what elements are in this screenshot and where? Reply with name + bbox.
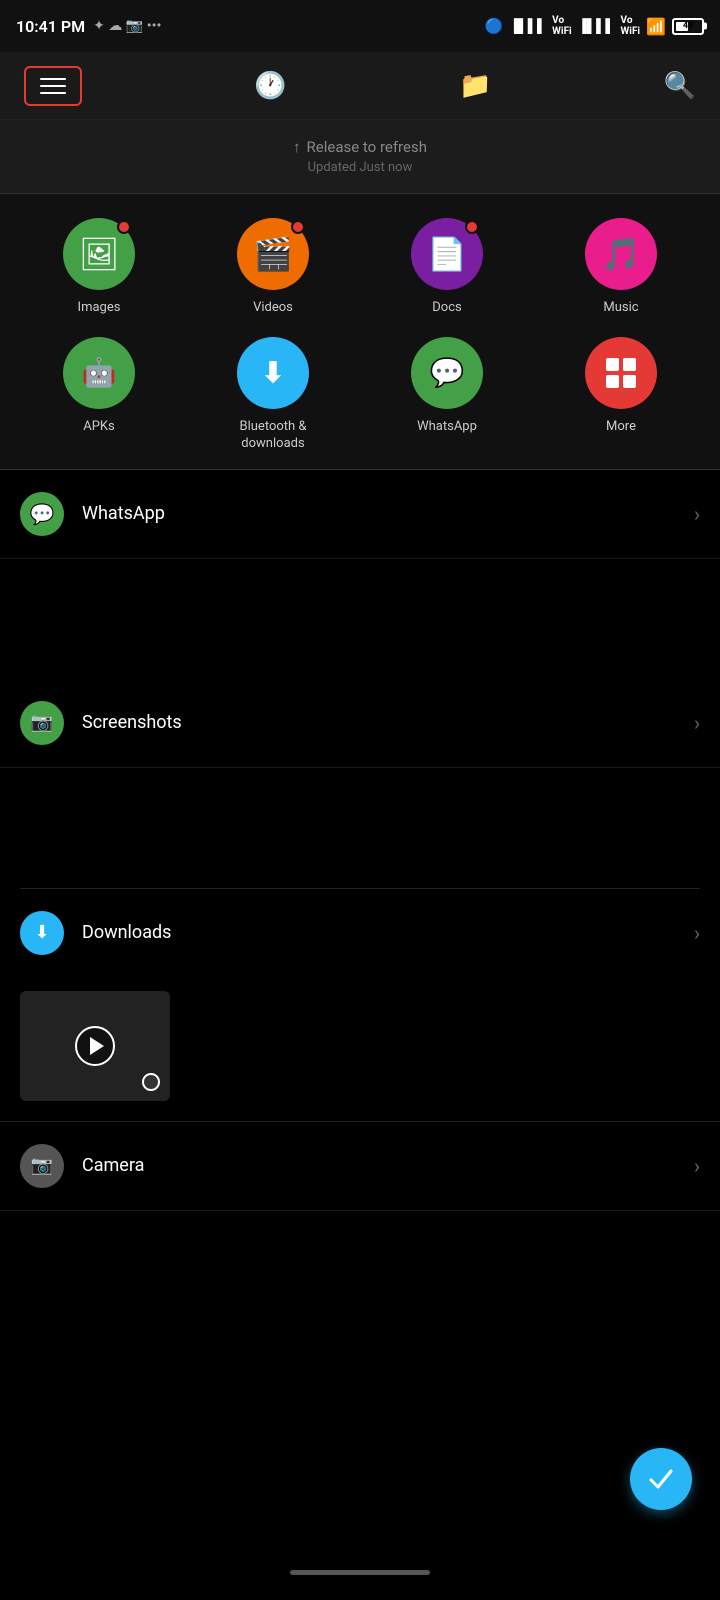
- screenshots-chevron-icon: ›: [694, 711, 700, 735]
- downloads-icon-wrap: ⬇: [20, 911, 64, 955]
- bluetooth-label: Bluetooth &downloads: [240, 419, 307, 453]
- category-more[interactable]: More: [538, 337, 704, 453]
- whatsapp-section-icon-wrap: 💬: [20, 492, 64, 536]
- status-right: 🔵 ▐▌▌▌ VoWiFi ▐▌▌▌ VoWiFi 📶 49: [485, 15, 704, 37]
- screenshots-section-label: Screenshots: [82, 712, 694, 733]
- home-indicator[interactable]: [290, 1570, 430, 1575]
- category-bluetooth[interactable]: ⬇ Bluetooth &downloads: [190, 337, 356, 453]
- whatsapp-section-label: WhatsApp: [82, 503, 694, 524]
- category-apks[interactable]: 🤖 APKs: [16, 337, 182, 453]
- docs-icon-wrap: 📄: [411, 218, 483, 290]
- camera-icon-wrap: 📷: [20, 1144, 64, 1188]
- camera-section-item[interactable]: 📷 Camera ›: [0, 1121, 720, 1211]
- pull-refresh-sub: Updated Just now: [0, 160, 720, 175]
- whatsapp-section-item[interactable]: 💬 WhatsApp ›: [0, 470, 720, 559]
- pull-refresh-text: ↑ Release to refresh: [0, 138, 720, 156]
- spacer-1: [0, 559, 720, 619]
- pull-refresh-main: Release to refresh: [307, 138, 427, 156]
- screenshots-section-icon-wrap: 📷: [20, 701, 64, 745]
- downloads-chevron-icon: ›: [694, 921, 700, 945]
- pull-refresh-banner: ↑ Release to refresh Updated Just now: [0, 120, 720, 194]
- signal-strength-2: ▐▌▌▌: [578, 18, 615, 34]
- vo-wifi-label-2: VoWiFi: [621, 15, 641, 37]
- music-icon: 🎵: [601, 235, 641, 273]
- arrow-up-icon: ↑: [293, 138, 301, 156]
- camera-chevron-icon: ›: [694, 1154, 700, 1178]
- video-thumbnail[interactable]: [20, 991, 170, 1101]
- images-icon-wrap: 🖼: [63, 218, 135, 290]
- category-whatsapp[interactable]: 💬 WhatsApp: [364, 337, 530, 453]
- whatsapp-section-icon: 💬: [30, 502, 55, 526]
- fab-button[interactable]: [630, 1448, 692, 1510]
- whatsapp-icon-wrap: 💬: [411, 337, 483, 409]
- spacer-2: [0, 619, 720, 679]
- hamburger-line-3: [40, 92, 66, 94]
- category-videos[interactable]: 🎬 Videos: [190, 218, 356, 317]
- images-icon: 🖼: [79, 235, 120, 273]
- battery-indicator: 49: [672, 18, 704, 35]
- bottom-navigation-bar: [0, 1544, 720, 1600]
- videos-icon-wrap: 🎬: [237, 218, 309, 290]
- music-label: Music: [603, 300, 638, 317]
- history-icon[interactable]: 🕐: [254, 71, 286, 101]
- apks-label: APKs: [83, 419, 115, 436]
- spacer-4: [0, 828, 720, 888]
- images-label: Images: [78, 300, 121, 317]
- screenshots-section-item[interactable]: 📷 Screenshots ›: [0, 679, 720, 768]
- hamburger-line-2: [40, 85, 66, 87]
- category-images[interactable]: 🖼 Images: [16, 218, 182, 317]
- status-left: 10:41 PM ✦ ☁ 📷 •••: [16, 17, 161, 36]
- status-bar: 10:41 PM ✦ ☁ 📷 ••• 🔵 ▐▌▌▌ VoWiFi ▐▌▌▌ Vo…: [0, 0, 720, 52]
- video-selection-dot: [142, 1073, 160, 1091]
- more-grid-icon: [603, 355, 639, 391]
- signal-strength: ▐▌▌▌: [509, 18, 546, 34]
- category-docs[interactable]: 📄 Docs: [364, 218, 530, 317]
- images-badge: [117, 220, 131, 234]
- battery-level: 49: [683, 21, 693, 31]
- search-icon[interactable]: 🔍: [664, 71, 696, 101]
- downloads-header[interactable]: ⬇ Downloads ›: [0, 889, 720, 977]
- videos-badge: [291, 220, 305, 234]
- apks-icon: 🤖: [82, 356, 117, 389]
- more-label: More: [606, 419, 636, 436]
- play-button[interactable]: [75, 1026, 115, 1066]
- menu-button[interactable]: [24, 66, 82, 106]
- docs-icon: 📄: [427, 235, 467, 273]
- folder-icon[interactable]: 📁: [459, 71, 491, 101]
- downloads-label: Downloads: [82, 922, 694, 943]
- bluetooth-icon-wrap: ⬇: [237, 337, 309, 409]
- status-time: 10:41 PM: [16, 17, 85, 36]
- bluetooth-dl-icon: ⬇: [261, 356, 284, 389]
- music-icon-wrap: 🎵: [585, 218, 657, 290]
- wifi-icon: 📶: [646, 17, 666, 36]
- camera-icon: 📷: [31, 1155, 53, 1176]
- camera-label: Camera: [82, 1155, 694, 1176]
- bluetooth-icon: 🔵: [485, 17, 504, 35]
- notification-icons: ✦ ☁ 📷 •••: [93, 18, 161, 34]
- category-music[interactable]: 🎵 Music: [538, 218, 704, 317]
- docs-badge: [465, 220, 479, 234]
- apks-icon-wrap: 🤖: [63, 337, 135, 409]
- whatsapp-cat-label: WhatsApp: [417, 419, 477, 436]
- downloads-section: ⬇ Downloads ›: [0, 888, 720, 1101]
- category-grid: 🖼 Images 🎬 Videos 📄 Docs 🎵 Music 🤖 APKs: [0, 194, 720, 470]
- fab-check-icon: [646, 1464, 676, 1494]
- vo-wifi-label: VoWiFi: [552, 15, 572, 37]
- docs-label: Docs: [432, 300, 461, 317]
- screenshots-section-icon: 📷: [31, 712, 53, 733]
- videos-label: Videos: [253, 300, 293, 317]
- spacer-3: [0, 768, 720, 828]
- whatsapp-cat-icon: 💬: [430, 356, 465, 389]
- play-triangle-icon: [90, 1037, 104, 1055]
- more-icon-wrap: [585, 337, 657, 409]
- hamburger-line-1: [40, 78, 66, 80]
- downloads-icon: ⬇: [34, 922, 49, 943]
- toolbar: 🕐 📁 🔍: [0, 52, 720, 120]
- videos-icon: 🎬: [253, 235, 293, 273]
- whatsapp-chevron-icon: ›: [694, 502, 700, 526]
